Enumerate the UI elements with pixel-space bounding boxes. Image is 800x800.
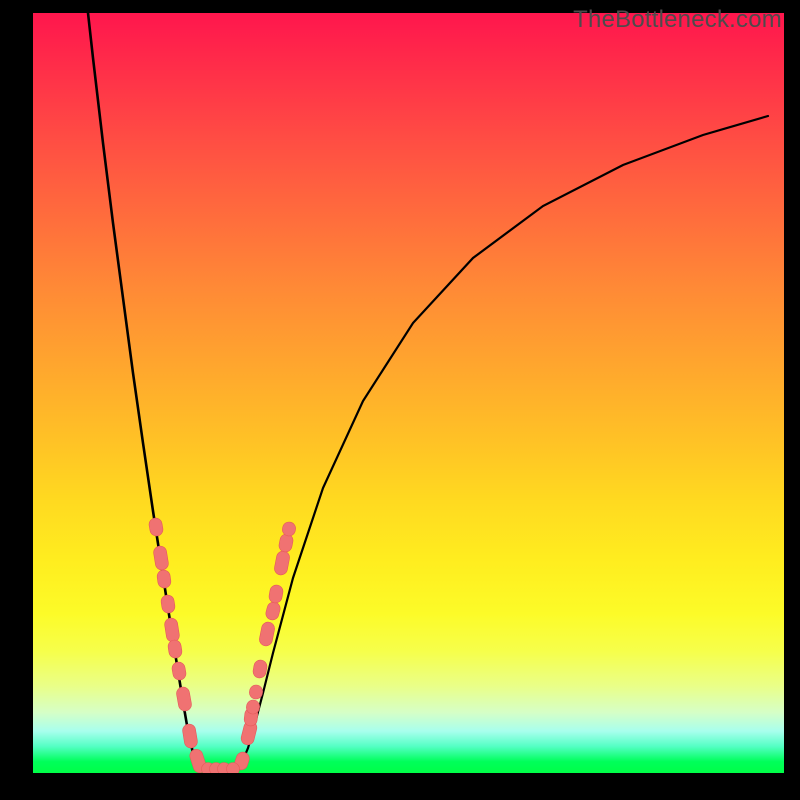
data-marker bbox=[278, 533, 294, 553]
data-marker bbox=[182, 723, 199, 749]
data-marker bbox=[175, 686, 192, 712]
chart-frame: TheBottleneck.com bbox=[0, 0, 800, 800]
data-marker bbox=[273, 550, 290, 576]
data-marker bbox=[153, 545, 170, 571]
data-marker bbox=[148, 517, 164, 537]
data-marker bbox=[167, 639, 183, 659]
data-marker bbox=[252, 659, 268, 679]
data-marker bbox=[156, 569, 171, 589]
curve-left-branch bbox=[88, 13, 208, 769]
curve-right-branch bbox=[233, 116, 768, 769]
data-marker bbox=[258, 621, 275, 647]
data-marker bbox=[164, 617, 180, 643]
data-marker bbox=[160, 594, 176, 614]
curve-layer bbox=[33, 13, 784, 773]
data-marker bbox=[171, 661, 187, 681]
watermark-label: TheBottleneck.com bbox=[573, 6, 782, 34]
plot-area bbox=[33, 13, 784, 773]
data-marker bbox=[227, 763, 240, 774]
data-marker bbox=[264, 601, 281, 622]
data-marker bbox=[268, 584, 284, 604]
